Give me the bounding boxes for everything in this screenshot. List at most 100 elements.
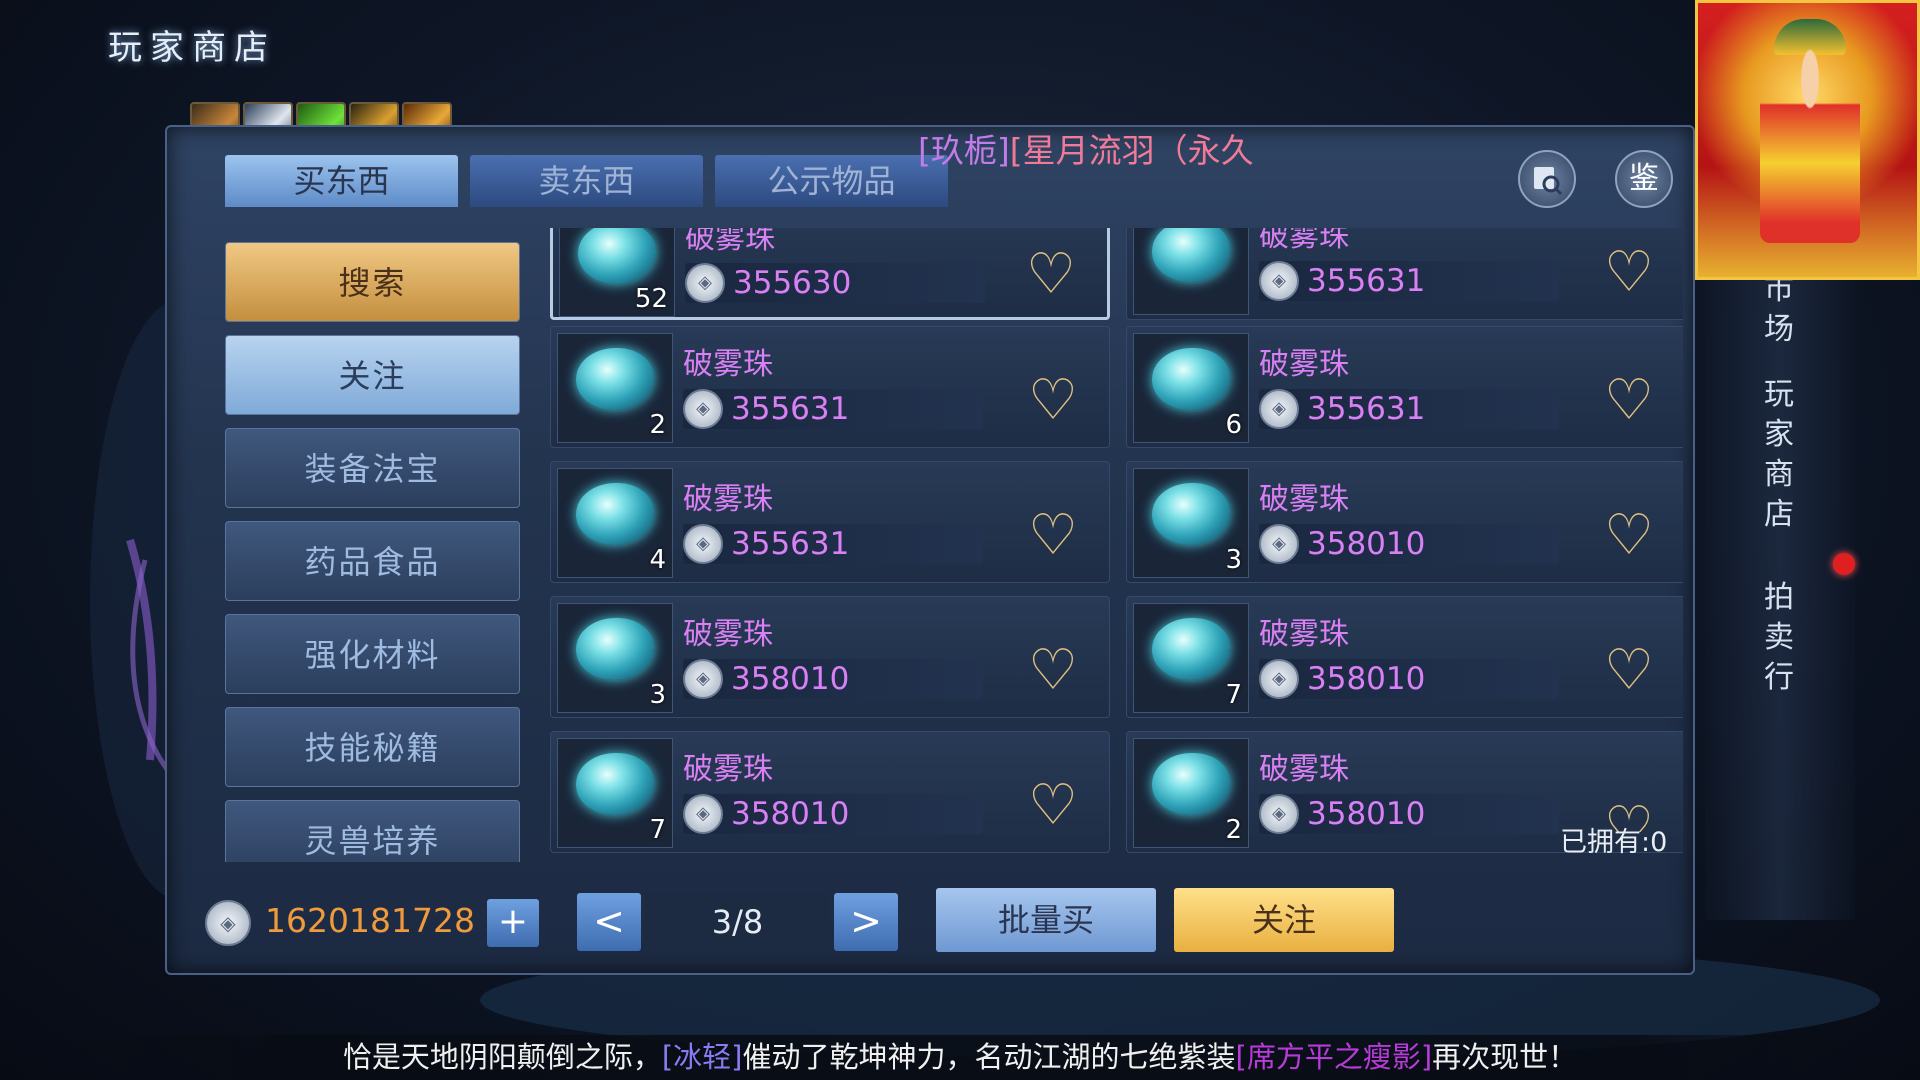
- category-follow[interactable]: 关注: [225, 335, 520, 415]
- listing-card[interactable]: 6 破雾珠 ◈ 355631 ♡: [1126, 326, 1683, 448]
- item-name: 破雾珠: [1259, 347, 1349, 382]
- item-thumbnail: 2: [557, 333, 673, 443]
- follow-button[interactable]: 关注: [1174, 888, 1394, 952]
- broadcast-player[interactable]: [冰轻]: [662, 1040, 743, 1074]
- price-bar: ◈ 355631: [683, 524, 983, 564]
- listing-card[interactable]: 3 破雾珠 ◈ 358010 ♡: [1126, 461, 1683, 583]
- bulk-buy-button[interactable]: 批量买: [936, 888, 1156, 952]
- coin-icon: ◈: [683, 389, 723, 429]
- heart-icon[interactable]: ♡: [1599, 643, 1659, 699]
- coin-icon: ◈: [1259, 659, 1299, 699]
- listing-card[interactable]: 4 破雾珠 ◈ 355631 ♡: [550, 461, 1110, 583]
- item-thumbnail: 2: [1133, 738, 1249, 848]
- notice-player: [玖栀]: [918, 131, 1010, 170]
- item-count: 52: [634, 284, 668, 314]
- broadcast-suffix: 再次现世！: [1432, 1040, 1578, 1074]
- page-indicator: 3/8: [645, 893, 830, 951]
- notice-item: [星月流羽（永久: [1009, 131, 1254, 170]
- item-thumbnail: [1133, 228, 1249, 315]
- next-page-button[interactable]: >: [834, 893, 898, 951]
- gem-icon: [576, 618, 654, 680]
- gem-icon: [1152, 348, 1230, 410]
- item-name: 破雾珠: [683, 617, 773, 652]
- category-medicine-food[interactable]: 药品食品: [225, 521, 520, 601]
- item-count: 3: [649, 680, 666, 710]
- coin-icon: ◈: [1259, 794, 1299, 834]
- item-name: 破雾珠: [683, 752, 773, 787]
- category-search[interactable]: 搜索: [225, 242, 520, 322]
- item-price: 358010: [731, 796, 850, 832]
- heart-icon[interactable]: ♡: [1023, 643, 1083, 699]
- scrolling-notice: [玖栀][星月流羽（永久: [918, 124, 1268, 174]
- nav-player-shop[interactable]: 玩 家 商 店: [1757, 375, 1801, 535]
- gem-icon: [578, 228, 656, 284]
- gem-icon: [1152, 228, 1230, 282]
- coin-icon: ◈: [1259, 389, 1299, 429]
- item-thumbnail: 3: [557, 603, 673, 713]
- item-price: 355631: [731, 526, 850, 562]
- listing-card[interactable]: 2 破雾珠 ◈ 355631 ♡: [550, 326, 1110, 448]
- price-bar: ◈ 355631: [1259, 389, 1559, 429]
- item-thumbnail: 4: [557, 468, 673, 578]
- category-enhance-material[interactable]: 强化材料: [225, 614, 520, 694]
- item-name: 破雾珠: [685, 228, 775, 256]
- heart-icon[interactable]: ♡: [1021, 247, 1081, 303]
- coin-icon: ◈: [683, 524, 723, 564]
- item-name: 破雾珠: [1259, 617, 1349, 652]
- prev-page-button[interactable]: <: [577, 893, 641, 951]
- identify-button[interactable]: 鉴: [1615, 150, 1673, 208]
- price-bar: ◈ 355631: [1259, 261, 1559, 301]
- category-equipment[interactable]: 装备法宝: [225, 428, 520, 508]
- gem-icon: [1152, 618, 1230, 680]
- item-name: 破雾珠: [683, 347, 773, 382]
- wealth-god-icon: [1760, 43, 1860, 243]
- gem-icon: [576, 348, 654, 410]
- magnifier-button[interactable]: [1518, 150, 1576, 208]
- item-thumbnail: 52: [559, 228, 675, 317]
- broadcast-middle: 催动了乾坤神力，名动江湖的七绝紫装: [742, 1040, 1236, 1074]
- price-bar: ◈ 355631: [683, 389, 983, 429]
- item-thumbnail: 3: [1133, 468, 1249, 578]
- tab-bar: 买东西 卖东西 公示物品: [225, 155, 948, 207]
- nav-auction[interactable]: 拍 卖 行: [1757, 578, 1801, 698]
- coin-icon: ◈: [683, 659, 723, 699]
- item-count: 7: [1225, 680, 1242, 710]
- add-currency-button[interactable]: +: [487, 899, 539, 947]
- tab-public-items[interactable]: 公示物品: [715, 155, 948, 207]
- heart-icon[interactable]: ♡: [1023, 373, 1083, 429]
- item-name: 破雾珠: [683, 482, 773, 517]
- heart-icon[interactable]: ♡: [1599, 245, 1659, 301]
- heart-icon[interactable]: ♡: [1023, 778, 1083, 834]
- tab-buy[interactable]: 买东西: [225, 155, 458, 207]
- page-title: 玩家商店: [108, 28, 276, 68]
- system-broadcast: 恰是天地阴阳颠倒之际，[冰轻]催动了乾坤神力，名动江湖的七绝紫装[席方平之瘦影]…: [0, 1035, 1920, 1080]
- gem-icon: [1152, 753, 1230, 815]
- nav-market[interactable]: 市 场: [1757, 270, 1801, 350]
- category-pet-training[interactable]: 灵兽培养 ⌄: [225, 800, 520, 862]
- listing-card[interactable]: 破雾珠 ◈ 355631 ♡: [1126, 228, 1683, 320]
- item-name: 破雾珠: [1259, 482, 1349, 517]
- listing-card[interactable]: 52 破雾珠 ◈ 355630 ♡: [550, 228, 1110, 320]
- listing-card[interactable]: 7 破雾珠 ◈ 358010 ♡: [550, 731, 1110, 853]
- item-price: 355631: [1307, 391, 1426, 427]
- category-skill-book[interactable]: 技能秘籍: [225, 707, 520, 787]
- item-thumbnail: 6: [1133, 333, 1249, 443]
- heart-icon[interactable]: ♡: [1023, 508, 1083, 564]
- item-count: 3: [1225, 545, 1242, 575]
- item-price: 355631: [731, 391, 850, 427]
- listing-card[interactable]: 7 破雾珠 ◈ 358010 ♡: [1126, 596, 1683, 718]
- coin-icon: ◈: [685, 263, 725, 303]
- item-price: 358010: [1307, 661, 1426, 697]
- price-bar: ◈ 355630: [685, 263, 985, 303]
- item-count: 2: [649, 410, 666, 440]
- listing-card[interactable]: 3 破雾珠 ◈ 358010 ♡: [550, 596, 1110, 718]
- price-bar: ◈ 358010: [1259, 659, 1559, 699]
- heart-icon[interactable]: ♡: [1599, 373, 1659, 429]
- heart-icon[interactable]: ♡: [1599, 508, 1659, 564]
- price-bar: ◈ 358010: [1259, 524, 1559, 564]
- gem-icon: [1152, 483, 1230, 545]
- tab-sell[interactable]: 卖东西: [470, 155, 703, 207]
- broadcast-item[interactable]: [席方平之瘦影]: [1236, 1040, 1433, 1074]
- item-count: 4: [649, 545, 666, 575]
- wealth-god-banner[interactable]: [1695, 0, 1920, 280]
